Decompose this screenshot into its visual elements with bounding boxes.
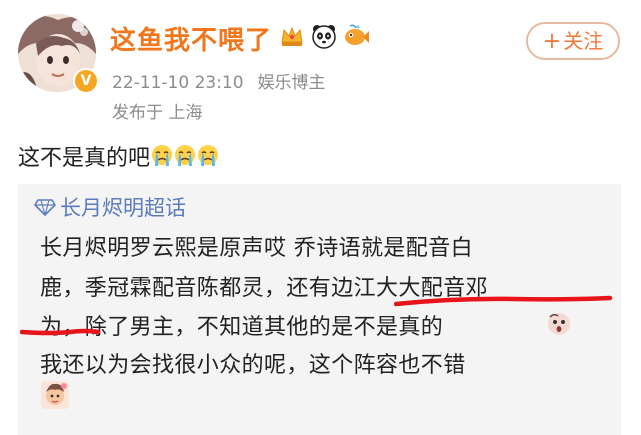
fish-icon[interactable]	[342, 22, 370, 50]
user-category: 娱乐博主	[257, 73, 326, 93]
verified-v-icon: V	[73, 68, 99, 94]
panda-icon[interactable]	[310, 22, 338, 50]
username[interactable]: 这鱼我不喂了	[110, 20, 272, 57]
user-badges	[278, 22, 370, 50]
surprised-face-icon	[548, 313, 570, 335]
crying-face-icon	[152, 145, 173, 166]
quote-line-3: 为，除了男主，不知道其他的是不是真的	[40, 315, 444, 340]
diamond-icon	[34, 199, 56, 216]
crying-face-icon	[175, 145, 196, 166]
follow-label: 关注	[563, 29, 604, 53]
topic-link[interactable]: 长月烬明超话	[34, 192, 186, 222]
quote-line-1: 长月烬明罗云熙是原声哎 乔诗语就是配音白	[40, 236, 473, 261]
post-text-content: 这不是真的吧	[18, 146, 151, 171]
sticker-icon	[41, 381, 69, 409]
timestamp[interactable]: 22-11-10 23:10	[112, 73, 244, 93]
crown-icon[interactable]	[278, 22, 306, 50]
post-text: 这不是真的吧	[18, 140, 219, 172]
topic-label: 长月烬明超话	[60, 196, 186, 220]
quote-line-2: 鹿，季冠霖配音陈都灵，还有边江大大配音邓	[40, 276, 489, 301]
weibo-post: V 这鱼我不喂了 + 关注 22-11-10 23:10 娱乐博主 发布于 上海…	[0, 0, 641, 435]
plus-icon: +	[542, 29, 562, 54]
post-location: 发布于 上海	[112, 103, 203, 123]
quote-line-4: 我还以为会找很小众的呢，这个阵容也不错	[40, 353, 466, 378]
post-meta: 22-11-10 23:10 娱乐博主	[112, 68, 326, 93]
follow-button[interactable]: + 关注	[526, 22, 620, 60]
quoted-post-card[interactable]: 长月烬明超话 长月烬明罗云熙是原声哎 乔诗语就是配音白 鹿，季冠霖配音陈都灵，还…	[18, 184, 621, 435]
crying-face-icon	[198, 145, 219, 166]
